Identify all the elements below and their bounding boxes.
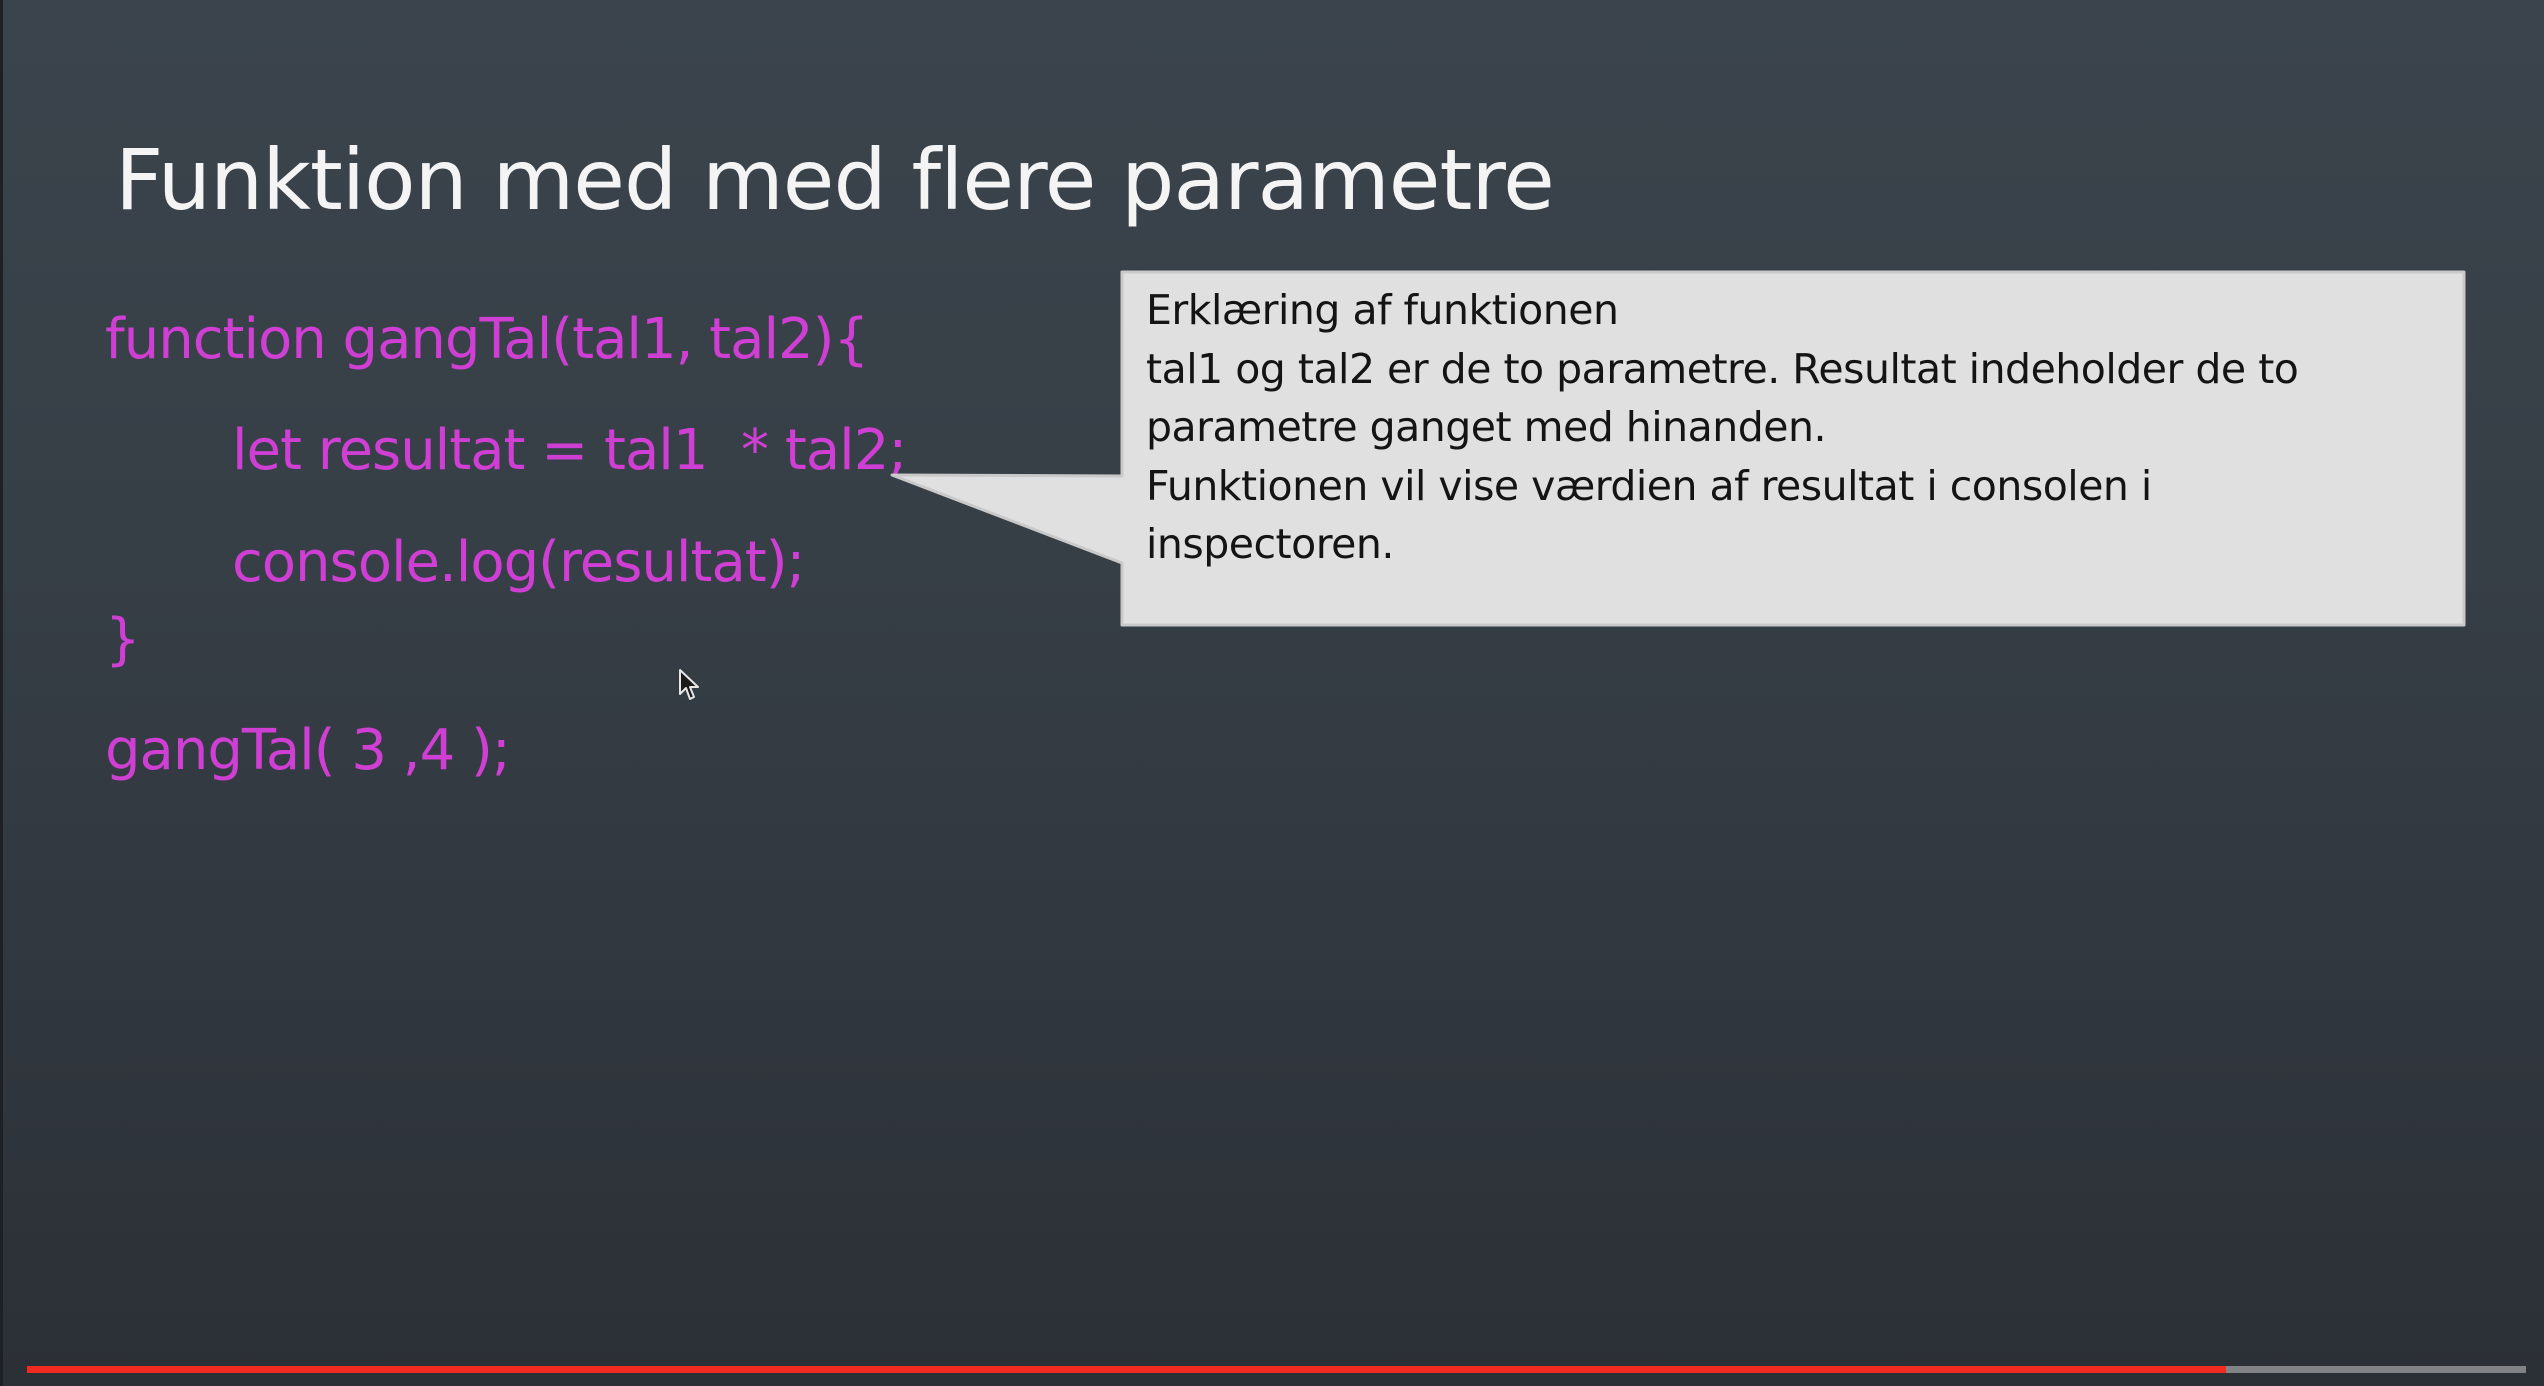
callout-line-3: parametre ganget med hinanden. [1146, 403, 1827, 451]
mouse-pointer-icon [679, 669, 699, 700]
video-progress-played [27, 1366, 2227, 1373]
callout-line-1: Erklæring af funktionen [1146, 286, 1619, 334]
video-progress-bar[interactable] [27, 1366, 2526, 1373]
callout-text: Erklæring af funktionen tal1 og tal2 er … [1146, 281, 2446, 574]
code-line-console-log: console.log(resultat); [232, 530, 805, 595]
code-line-closing-brace: } [105, 607, 141, 672]
callout-line-2: tal1 og tal2 er de to parametre. Resulta… [1146, 344, 2299, 393]
code-line-function-declaration: function gangTal(tal1, tal2){ [105, 307, 869, 372]
code-line-function-call: gangTal( 3 ,4 ); [105, 718, 511, 783]
callout-line-5: inspectoren. [1146, 520, 1394, 568]
callout-line-4: Funktionen vil vise værdien af resultat … [1146, 461, 2152, 510]
code-line-let-resultat: let resultat = tal1 * tal2; [232, 418, 907, 483]
slide: Funktion med med flere parametre functio… [0, 0, 2544, 1386]
window-edge [0, 0, 3, 1386]
slide-title: Funktion med med flere parametre [115, 131, 1555, 229]
